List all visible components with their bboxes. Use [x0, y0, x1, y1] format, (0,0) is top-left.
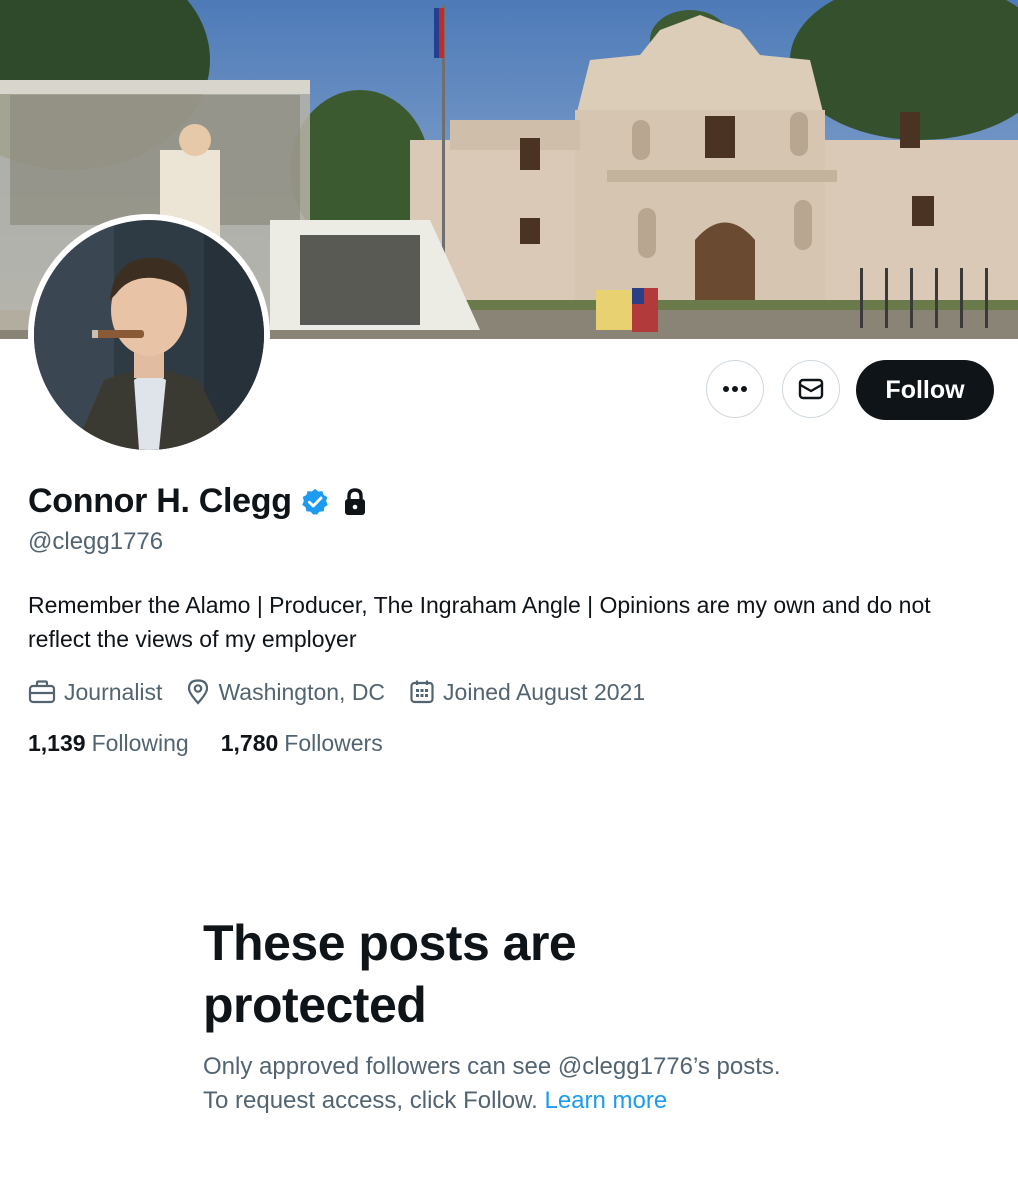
briefcase-icon [28, 680, 56, 704]
profession-item: Journalist [28, 679, 162, 706]
verified-badge-icon[interactable] [300, 487, 330, 517]
protected-posts-title: These posts are protected [203, 915, 577, 1033]
calendar-icon [410, 680, 434, 704]
protected-line-2-text: To request access, click Follow. [203, 1087, 538, 1114]
follow-button[interactable]: Follow [856, 360, 994, 420]
message-button[interactable] [782, 360, 840, 418]
following-label: Following [91, 730, 189, 756]
location-label: Washington, DC [218, 678, 386, 705]
following-link[interactable]: 1,139 Following [28, 730, 189, 757]
joined-item: Joined August 2021 [409, 679, 645, 706]
profile-bio: Remember the Alamo | Producer, The Ingra… [28, 592, 931, 652]
protected-line-2: To request access, click Follow. Learn m… [203, 1084, 903, 1118]
location-item: Washington, DC [186, 678, 385, 706]
profile-stats: 1,139 Following 1,780 Followers [28, 730, 415, 757]
protected-posts-description: Only approved followers can see @clegg17… [203, 1050, 903, 1118]
avatar-photo [34, 220, 264, 450]
followers-label: Followers [284, 730, 383, 756]
avatar[interactable] [28, 214, 270, 456]
joined-label: Joined August 2021 [443, 678, 646, 705]
more-options-button[interactable] [706, 360, 764, 418]
following-count: 1,139 [28, 730, 86, 756]
location-pin-icon [188, 679, 209, 705]
more-horizontal-icon [723, 386, 747, 392]
protected-line-1: Only approved followers can see @clegg17… [203, 1053, 781, 1080]
learn-more-link[interactable]: Learn more [544, 1087, 667, 1114]
display-name: Connor H. Clegg [28, 482, 292, 520]
lock-icon [342, 487, 368, 517]
profession-label: Journalist [64, 678, 163, 705]
followers-link[interactable]: 1,780 Followers [221, 730, 383, 757]
profile-handle: @clegg1776 [28, 528, 164, 555]
profile-meta: Journalist Washington, DC Joined August … [28, 678, 669, 706]
profile-name-row: Connor H. Clegg [28, 482, 368, 521]
followers-count: 1,780 [220, 730, 279, 756]
envelope-icon [798, 378, 824, 400]
